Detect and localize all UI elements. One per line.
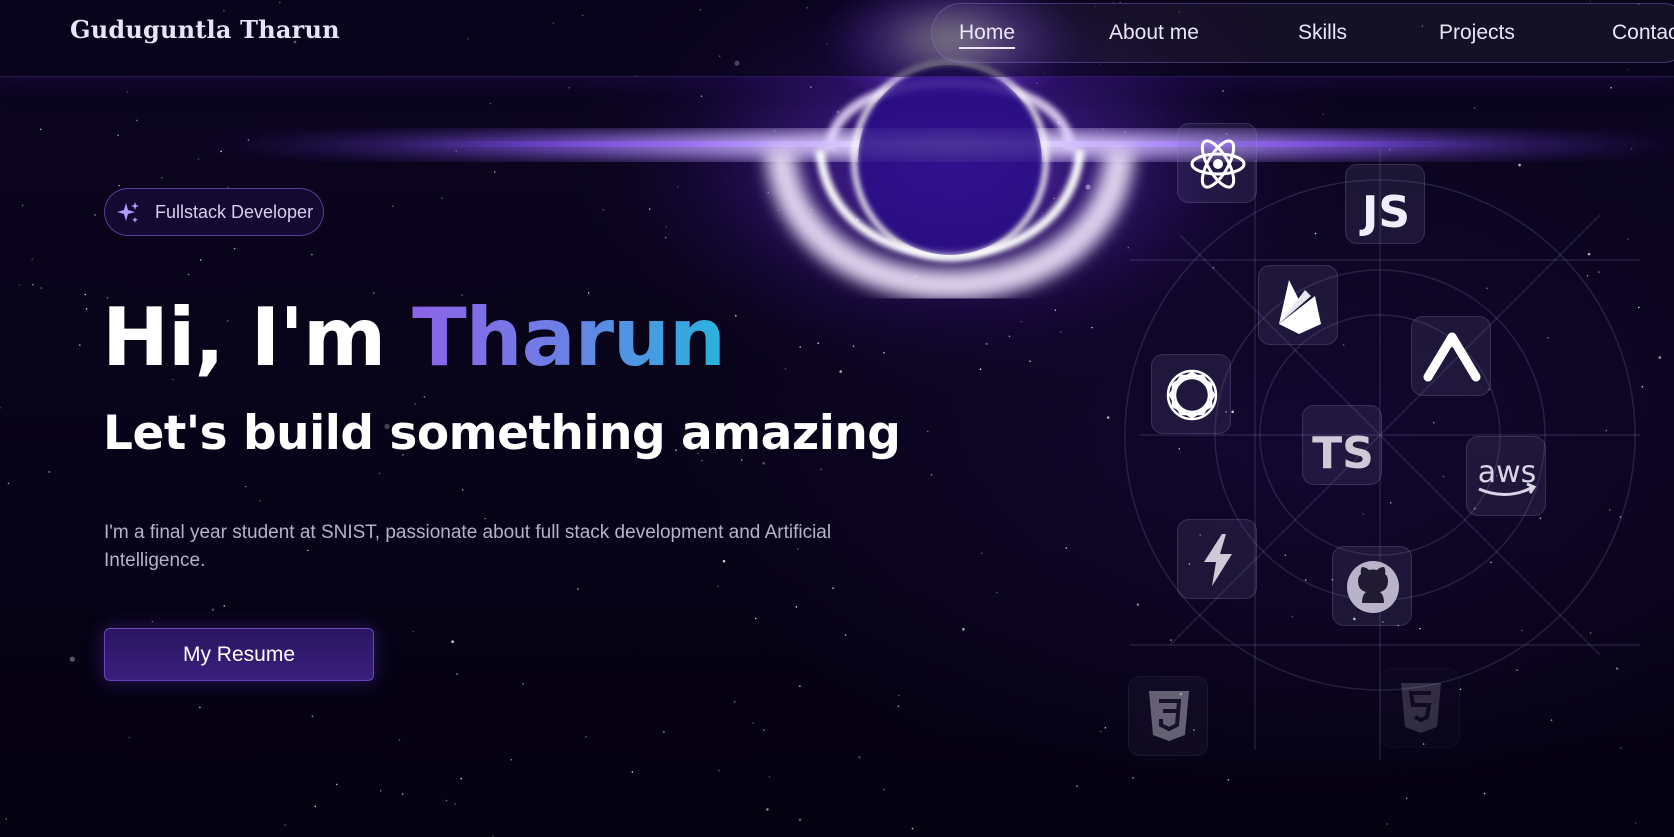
nav-bar: Home About me Skills Projects Contact	[931, 3, 1674, 63]
typescript-tile: TS	[1302, 405, 1382, 485]
html5-tile	[1380, 668, 1460, 748]
github-tile	[1332, 546, 1412, 626]
nav-home[interactable]: Home	[959, 21, 1015, 45]
role-badge-label: Fullstack Developer	[155, 202, 314, 222]
vite-icon	[1204, 534, 1232, 586]
site-logo[interactable]: Guduguntla Tharun	[70, 15, 340, 44]
vite-tile	[1177, 519, 1257, 599]
react-icon	[1190, 139, 1246, 189]
github-icon	[1347, 561, 1399, 613]
aws-tile: aws	[1466, 436, 1546, 516]
css3-tile	[1128, 676, 1208, 756]
site-header: Guduguntla Tharun Home About me Skills P…	[0, 0, 1674, 77]
nav-projects[interactable]: Projects	[1439, 21, 1515, 45]
hero-description: I'm a final year student at SNIST, passi…	[104, 522, 832, 571]
nav-about-me[interactable]: About me	[1109, 21, 1199, 45]
role-badge: Fullstack Developer	[104, 188, 324, 236]
firebase-icon	[1279, 280, 1321, 334]
vercel-tile	[1411, 316, 1491, 396]
react-tile	[1177, 123, 1257, 203]
typescript-icon: TS	[1312, 427, 1374, 479]
html5-icon	[1401, 683, 1441, 733]
hero-subtitle: Let's build something amazing	[103, 406, 901, 461]
hero-greeting: Hi, I'm	[102, 291, 413, 384]
nav-skills[interactable]: Skills	[1298, 21, 1347, 45]
hero-title: Hi, I'm Tharun	[102, 290, 726, 386]
skills-orbit: JS TS aws	[1040, 120, 1674, 800]
nav-contact[interactable]: Contact	[1612, 21, 1674, 45]
css3-icon	[1149, 691, 1189, 741]
sparkles-icon	[117, 202, 139, 223]
openai-icon	[1166, 369, 1218, 421]
aws-icon: aws	[1477, 454, 1537, 490]
javascript-tile: JS	[1345, 164, 1425, 244]
openai-tile	[1151, 354, 1231, 434]
hero-name: Tharun	[412, 291, 726, 384]
javascript-icon: JS	[1361, 186, 1411, 238]
firebase-tile	[1258, 265, 1338, 345]
vercel-icon	[1423, 332, 1481, 382]
resume-button[interactable]: My Resume	[104, 628, 374, 681]
